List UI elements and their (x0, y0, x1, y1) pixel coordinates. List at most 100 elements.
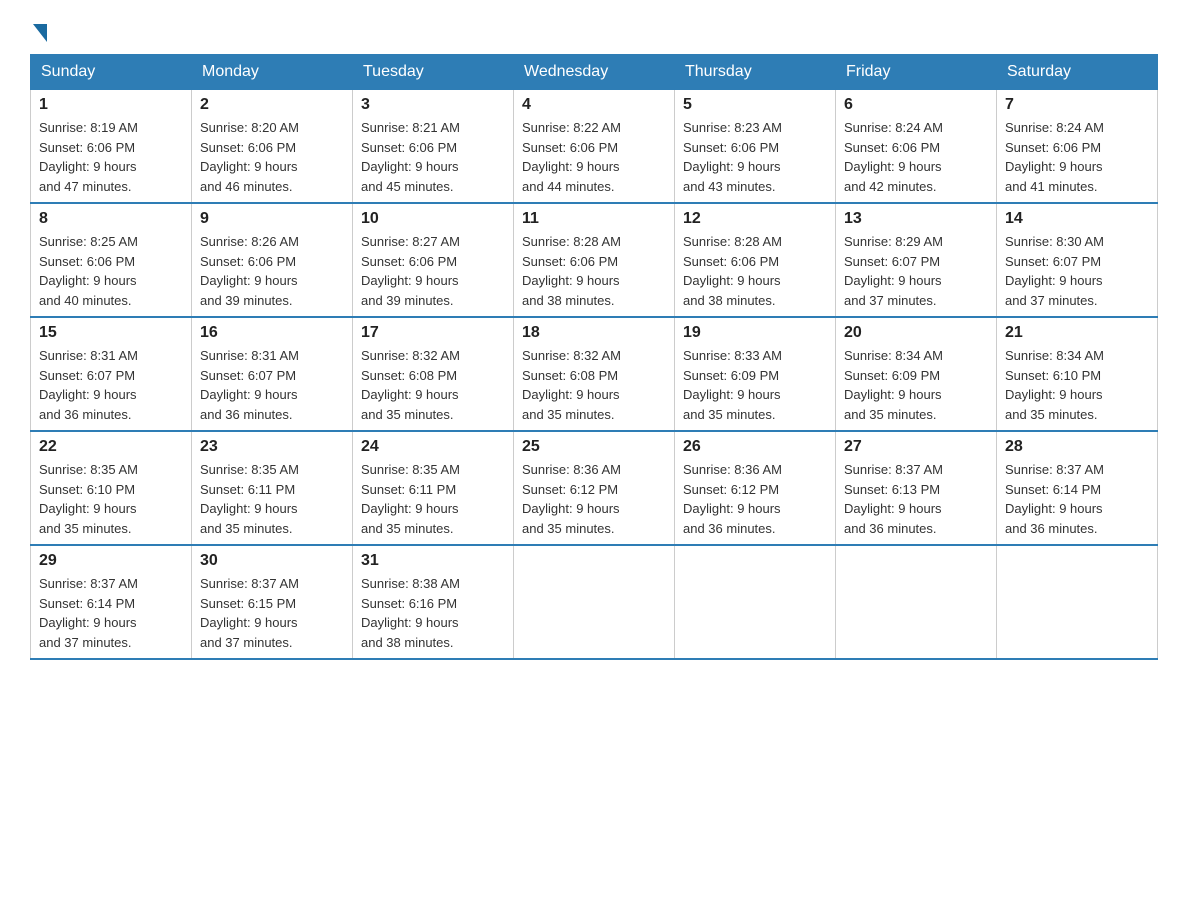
day-number: 28 (1005, 438, 1149, 456)
week-row-3: 15 Sunrise: 8:31 AM Sunset: 6:07 PM Dayl… (31, 317, 1158, 431)
page-header (30, 20, 1158, 38)
day-info: Sunrise: 8:34 AM Sunset: 6:10 PM Dayligh… (1005, 346, 1149, 424)
calendar-cell: 13 Sunrise: 8:29 AM Sunset: 6:07 PM Dayl… (836, 203, 997, 317)
day-info: Sunrise: 8:33 AM Sunset: 6:09 PM Dayligh… (683, 346, 827, 424)
day-info: Sunrise: 8:28 AM Sunset: 6:06 PM Dayligh… (522, 232, 666, 310)
day-info: Sunrise: 8:35 AM Sunset: 6:10 PM Dayligh… (39, 460, 183, 538)
day-info: Sunrise: 8:37 AM Sunset: 6:13 PM Dayligh… (844, 460, 988, 538)
day-info: Sunrise: 8:26 AM Sunset: 6:06 PM Dayligh… (200, 232, 344, 310)
day-info: Sunrise: 8:23 AM Sunset: 6:06 PM Dayligh… (683, 118, 827, 196)
calendar-cell: 14 Sunrise: 8:30 AM Sunset: 6:07 PM Dayl… (997, 203, 1158, 317)
day-info: Sunrise: 8:36 AM Sunset: 6:12 PM Dayligh… (683, 460, 827, 538)
day-number: 30 (200, 552, 344, 570)
day-number: 2 (200, 96, 344, 114)
day-number: 19 (683, 324, 827, 342)
day-number: 11 (522, 210, 666, 228)
day-number: 9 (200, 210, 344, 228)
day-info: Sunrise: 8:29 AM Sunset: 6:07 PM Dayligh… (844, 232, 988, 310)
day-number: 3 (361, 96, 505, 114)
calendar-cell: 2 Sunrise: 8:20 AM Sunset: 6:06 PM Dayli… (192, 90, 353, 204)
day-info: Sunrise: 8:20 AM Sunset: 6:06 PM Dayligh… (200, 118, 344, 196)
calendar-cell: 3 Sunrise: 8:21 AM Sunset: 6:06 PM Dayli… (353, 90, 514, 204)
day-number: 21 (1005, 324, 1149, 342)
calendar-cell: 30 Sunrise: 8:37 AM Sunset: 6:15 PM Dayl… (192, 545, 353, 659)
day-number: 12 (683, 210, 827, 228)
day-number: 29 (39, 552, 183, 570)
day-info: Sunrise: 8:31 AM Sunset: 6:07 PM Dayligh… (200, 346, 344, 424)
day-info: Sunrise: 8:38 AM Sunset: 6:16 PM Dayligh… (361, 574, 505, 652)
day-info: Sunrise: 8:32 AM Sunset: 6:08 PM Dayligh… (522, 346, 666, 424)
week-row-4: 22 Sunrise: 8:35 AM Sunset: 6:10 PM Dayl… (31, 431, 1158, 545)
calendar-cell: 22 Sunrise: 8:35 AM Sunset: 6:10 PM Dayl… (31, 431, 192, 545)
day-number: 18 (522, 324, 666, 342)
day-number: 20 (844, 324, 988, 342)
day-info: Sunrise: 8:25 AM Sunset: 6:06 PM Dayligh… (39, 232, 183, 310)
day-info: Sunrise: 8:31 AM Sunset: 6:07 PM Dayligh… (39, 346, 183, 424)
calendar-cell: 20 Sunrise: 8:34 AM Sunset: 6:09 PM Dayl… (836, 317, 997, 431)
calendar-cell (997, 545, 1158, 659)
day-number: 22 (39, 438, 183, 456)
week-row-5: 29 Sunrise: 8:37 AM Sunset: 6:14 PM Dayl… (31, 545, 1158, 659)
day-info: Sunrise: 8:37 AM Sunset: 6:15 PM Dayligh… (200, 574, 344, 652)
calendar-cell: 5 Sunrise: 8:23 AM Sunset: 6:06 PM Dayli… (675, 90, 836, 204)
day-number: 7 (1005, 96, 1149, 114)
calendar-cell: 4 Sunrise: 8:22 AM Sunset: 6:06 PM Dayli… (514, 90, 675, 204)
col-header-thursday: Thursday (675, 55, 836, 90)
day-number: 1 (39, 96, 183, 114)
calendar-cell: 31 Sunrise: 8:38 AM Sunset: 6:16 PM Dayl… (353, 545, 514, 659)
day-info: Sunrise: 8:35 AM Sunset: 6:11 PM Dayligh… (200, 460, 344, 538)
day-number: 6 (844, 96, 988, 114)
day-info: Sunrise: 8:37 AM Sunset: 6:14 PM Dayligh… (1005, 460, 1149, 538)
calendar-cell: 28 Sunrise: 8:37 AM Sunset: 6:14 PM Dayl… (997, 431, 1158, 545)
day-number: 17 (361, 324, 505, 342)
calendar-cell: 26 Sunrise: 8:36 AM Sunset: 6:12 PM Dayl… (675, 431, 836, 545)
day-number: 25 (522, 438, 666, 456)
day-number: 5 (683, 96, 827, 114)
week-row-1: 1 Sunrise: 8:19 AM Sunset: 6:06 PM Dayli… (31, 90, 1158, 204)
day-info: Sunrise: 8:34 AM Sunset: 6:09 PM Dayligh… (844, 346, 988, 424)
calendar-cell: 12 Sunrise: 8:28 AM Sunset: 6:06 PM Dayl… (675, 203, 836, 317)
calendar-cell: 8 Sunrise: 8:25 AM Sunset: 6:06 PM Dayli… (31, 203, 192, 317)
day-info: Sunrise: 8:21 AM Sunset: 6:06 PM Dayligh… (361, 118, 505, 196)
calendar-cell: 9 Sunrise: 8:26 AM Sunset: 6:06 PM Dayli… (192, 203, 353, 317)
calendar-cell: 23 Sunrise: 8:35 AM Sunset: 6:11 PM Dayl… (192, 431, 353, 545)
calendar-cell: 11 Sunrise: 8:28 AM Sunset: 6:06 PM Dayl… (514, 203, 675, 317)
day-info: Sunrise: 8:27 AM Sunset: 6:06 PM Dayligh… (361, 232, 505, 310)
day-number: 4 (522, 96, 666, 114)
calendar-cell: 16 Sunrise: 8:31 AM Sunset: 6:07 PM Dayl… (192, 317, 353, 431)
calendar-cell (836, 545, 997, 659)
day-info: Sunrise: 8:35 AM Sunset: 6:11 PM Dayligh… (361, 460, 505, 538)
col-header-monday: Monday (192, 55, 353, 90)
day-number: 14 (1005, 210, 1149, 228)
calendar-cell: 1 Sunrise: 8:19 AM Sunset: 6:06 PM Dayli… (31, 90, 192, 204)
day-number: 26 (683, 438, 827, 456)
calendar-cell: 29 Sunrise: 8:37 AM Sunset: 6:14 PM Dayl… (31, 545, 192, 659)
calendar-cell (675, 545, 836, 659)
day-info: Sunrise: 8:19 AM Sunset: 6:06 PM Dayligh… (39, 118, 183, 196)
day-number: 13 (844, 210, 988, 228)
calendar-table: SundayMondayTuesdayWednesdayThursdayFrid… (30, 54, 1158, 660)
calendar-header-row: SundayMondayTuesdayWednesdayThursdayFrid… (31, 55, 1158, 90)
day-info: Sunrise: 8:22 AM Sunset: 6:06 PM Dayligh… (522, 118, 666, 196)
calendar-cell: 6 Sunrise: 8:24 AM Sunset: 6:06 PM Dayli… (836, 90, 997, 204)
calendar-cell: 24 Sunrise: 8:35 AM Sunset: 6:11 PM Dayl… (353, 431, 514, 545)
day-info: Sunrise: 8:24 AM Sunset: 6:06 PM Dayligh… (844, 118, 988, 196)
day-number: 27 (844, 438, 988, 456)
logo (30, 20, 47, 38)
day-info: Sunrise: 8:24 AM Sunset: 6:06 PM Dayligh… (1005, 118, 1149, 196)
logo-arrow-icon (33, 24, 47, 42)
day-info: Sunrise: 8:32 AM Sunset: 6:08 PM Dayligh… (361, 346, 505, 424)
calendar-cell: 18 Sunrise: 8:32 AM Sunset: 6:08 PM Dayl… (514, 317, 675, 431)
calendar-cell: 25 Sunrise: 8:36 AM Sunset: 6:12 PM Dayl… (514, 431, 675, 545)
day-number: 31 (361, 552, 505, 570)
day-number: 23 (200, 438, 344, 456)
day-info: Sunrise: 8:30 AM Sunset: 6:07 PM Dayligh… (1005, 232, 1149, 310)
calendar-cell (514, 545, 675, 659)
calendar-cell: 17 Sunrise: 8:32 AM Sunset: 6:08 PM Dayl… (353, 317, 514, 431)
calendar-cell: 21 Sunrise: 8:34 AM Sunset: 6:10 PM Dayl… (997, 317, 1158, 431)
day-number: 24 (361, 438, 505, 456)
day-info: Sunrise: 8:37 AM Sunset: 6:14 PM Dayligh… (39, 574, 183, 652)
week-row-2: 8 Sunrise: 8:25 AM Sunset: 6:06 PM Dayli… (31, 203, 1158, 317)
col-header-friday: Friday (836, 55, 997, 90)
day-info: Sunrise: 8:36 AM Sunset: 6:12 PM Dayligh… (522, 460, 666, 538)
